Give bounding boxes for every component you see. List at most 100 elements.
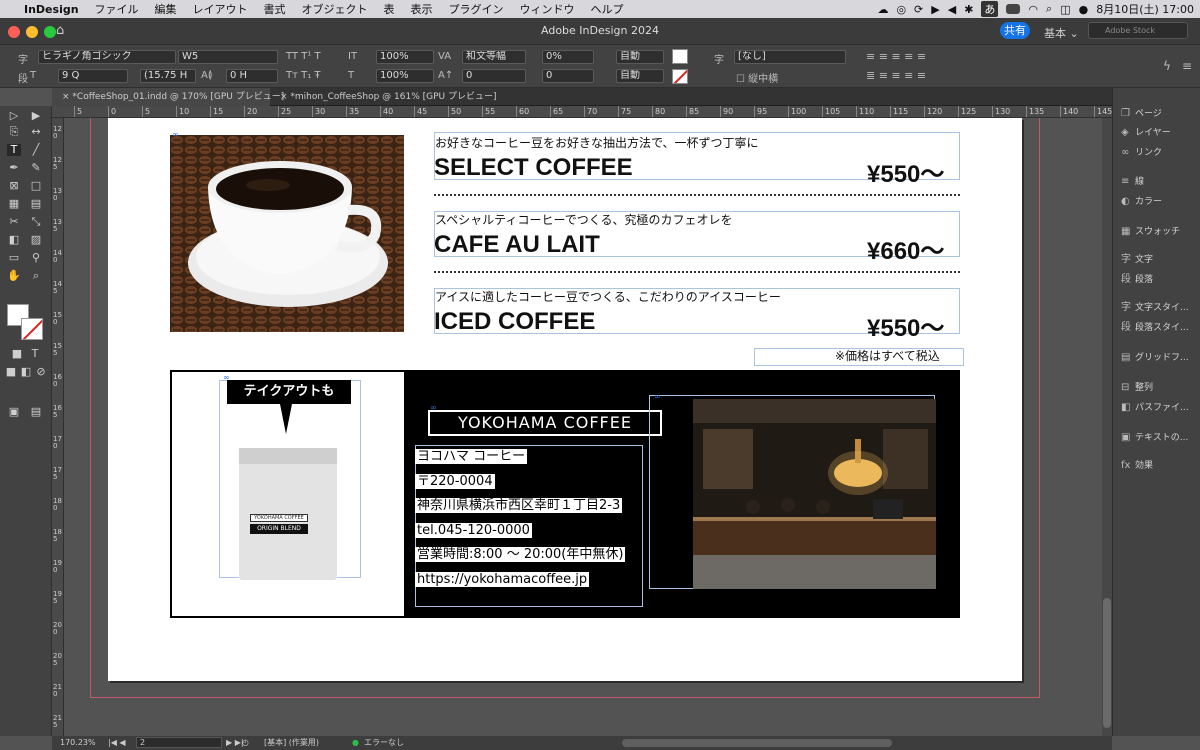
font-size-field[interactable]: 9 Q — [58, 69, 128, 83]
horizontal-scrollbar-thumb[interactable] — [622, 739, 892, 747]
gap-tool-icon[interactable]: ↔ — [29, 126, 43, 138]
formatting-container-icon[interactable]: ■ — [10, 348, 24, 360]
panel-grid-format[interactable]: ▤ グリッドフ... — [1121, 350, 1189, 366]
page-nav-next[interactable]: ▶ ▶| — [226, 736, 244, 750]
panel-layers[interactable]: ◈ レイヤー — [1121, 125, 1171, 141]
menu-window[interactable]: ウィンドウ — [512, 1, 583, 17]
vertical-scrollbar[interactable] — [1102, 118, 1112, 736]
panel-pages[interactable]: ❐ ページ — [1121, 106, 1162, 122]
lightning-icon[interactable]: ϟ — [1163, 59, 1171, 73]
fill-color-swatch[interactable] — [672, 49, 688, 64]
zoom-tool-icon[interactable]: ⌕ — [29, 270, 43, 282]
open-page-icon[interactable]: ◴ — [242, 736, 249, 750]
pencil-tool-icon[interactable]: ✎ — [29, 162, 43, 174]
document-page[interactable]: お好きなコーヒー豆をお好きな抽出方法で、一杯ずつ丁寧に SELECT COFFE… — [108, 118, 1022, 681]
preflight-status[interactable]: エラーなし — [364, 736, 404, 750]
line-tool-icon[interactable]: ╱ — [29, 144, 43, 156]
cafe-interior-image[interactable] — [693, 399, 936, 589]
page-tool-icon[interactable]: ⎘ — [7, 126, 21, 138]
panel-pathfinder[interactable]: ◧ パスファイ... — [1121, 400, 1189, 416]
scissors-tool-icon[interactable]: ✂ — [7, 216, 21, 228]
gradient-feather-tool-icon[interactable]: ▨ — [29, 234, 43, 246]
page-number-field[interactable]: 2 — [136, 737, 222, 748]
baseline-shift-field[interactable]: 0 — [462, 69, 526, 83]
font-family-select[interactable]: ヒラギノ角ゴシック — [38, 50, 176, 64]
stroke-swatch[interactable] — [21, 318, 43, 340]
input-method-indicator[interactable]: あ — [981, 1, 999, 17]
character-mode-icon[interactable]: 字 — [18, 51, 28, 66]
tracking-field[interactable]: 0 H — [226, 69, 278, 83]
link-badge-icon[interactable]: ∞ — [654, 392, 661, 401]
panel-align[interactable]: ⊟ 整列 — [1121, 380, 1153, 396]
all-caps-icon[interactable]: TT T¹ T — [286, 51, 321, 62]
note-tool-icon[interactable]: ▭ — [7, 252, 21, 264]
menu-file[interactable]: ファイル — [87, 1, 147, 17]
panel-paragraph-styles[interactable]: 段段落スタイ... — [1121, 320, 1189, 336]
play-icon[interactable]: ▶ — [931, 3, 939, 16]
menu-plugins[interactable]: プラグイン — [441, 1, 512, 17]
menu-table[interactable]: 表 — [376, 1, 403, 17]
control-center-icon[interactable]: ◫ — [1060, 3, 1070, 16]
panel-character[interactable]: 字文字 — [1121, 252, 1153, 268]
menu-view[interactable]: 表示 — [403, 1, 441, 17]
apply-none-icon[interactable]: ⊘ — [34, 366, 48, 378]
wifi-icon[interactable]: ◠ — [1028, 3, 1038, 16]
panel-color[interactable]: ◐ カラー — [1121, 194, 1162, 210]
tab-mihon[interactable]: × *mihon_CoffeeShop @ 161% [GPU プレビュー] — [270, 88, 496, 106]
character-style-select[interactable]: [なし] — [734, 50, 846, 64]
gradient-tool-icon[interactable]: ◧ — [7, 234, 21, 246]
menu-help[interactable]: ヘルプ — [583, 1, 632, 17]
panel-links[interactable]: ∞ リンク — [1121, 145, 1162, 161]
master-status[interactable]: [基本] (作業用) — [264, 736, 319, 750]
menu-edit[interactable]: 編集 — [147, 1, 185, 17]
horizontal-scale-field[interactable]: 100% — [376, 69, 434, 83]
siri-icon[interactable]: ● — [1079, 3, 1089, 16]
coffee-cup-image[interactable] — [170, 135, 404, 332]
document-canvas[interactable]: お好きなコーヒー豆をお好きな抽出方法で、一杯ずつ丁寧に SELECT COFFE… — [64, 118, 1102, 736]
grid-tool-icon[interactable]: ▤ — [29, 198, 43, 210]
formatting-text-icon[interactable]: T — [28, 348, 42, 360]
zoom-field[interactable]: 170.23% — [60, 736, 96, 750]
direct-selection-tool-icon[interactable]: ▶ — [29, 110, 43, 122]
apply-color-icon[interactable]: ■ — [4, 366, 18, 378]
skew-field[interactable]: 0 — [542, 69, 594, 83]
leading-field[interactable]: (15.75 H — [140, 69, 196, 83]
apply-gradient-icon[interactable]: ◧ — [19, 366, 33, 378]
menu-type[interactable]: 書式 — [256, 1, 294, 17]
tatechuyoko-checkbox[interactable]: ☐ 縦中横 — [736, 70, 778, 85]
screen-mode-icon[interactable]: ▣ — [7, 406, 21, 418]
panel-menu-icon[interactable]: ≡ — [1182, 59, 1192, 73]
vertical-scale-field[interactable]: 100% — [376, 50, 434, 64]
horizontal-ruler[interactable]: 5 0 5 10 15 20 25 30 35 40 45 50 55 60 65 70 75 80 85 90 95 1… — [52, 106, 1146, 118]
adobe-stock-search-input[interactable]: Adobe Stock — [1088, 22, 1188, 39]
vertical-ruler[interactable]: 120 125 130 135 140 145 150 155 160 165 170 175 180 1… — [52, 118, 64, 736]
tsume-field[interactable]: 0% — [542, 50, 594, 64]
align-left-icon[interactable]: ≡ ≡ ≡ ≡ ≡ — [866, 50, 926, 63]
rectangle-frame-tool-icon[interactable]: ⊠ — [7, 180, 21, 192]
creative-cloud-icon[interactable]: ◎ — [896, 3, 906, 16]
spotlight-icon[interactable]: ⌕ — [1046, 2, 1052, 16]
menubar-clock[interactable]: 8月10日(土) 17:00 — [1096, 1, 1194, 17]
justify-icon[interactable]: ≣ ≡ ≡ ≡ ≡ — [866, 69, 926, 82]
aki-before-select[interactable]: 自動 — [616, 50, 664, 64]
panel-swatches[interactable]: ▦ スウォッチ — [1121, 224, 1180, 240]
eyedropper-tool-icon[interactable]: ⚲ — [29, 252, 43, 264]
share-button[interactable]: 共有 — [1000, 22, 1030, 39]
selection-tool-icon[interactable]: ▷ — [7, 110, 21, 122]
tab-coffeeshop[interactable]: × *CoffeeShop_01.indd @ 170% [GPU プレビュー] — [52, 88, 284, 106]
preview-mode-icon[interactable]: ▤ — [29, 406, 43, 418]
bluetooth-icon[interactable]: ✱ — [964, 3, 973, 16]
paragraph-mode-icon[interactable]: 段 — [18, 70, 28, 85]
volume-icon[interactable]: ◀ — [948, 3, 956, 16]
aki-after-select[interactable]: 自動 — [616, 69, 664, 83]
small-caps-icon[interactable]: Tт T₁ Ŧ — [286, 70, 321, 81]
kerning-select[interactable]: 和文等幅 — [462, 50, 526, 64]
page-nav-prev[interactable]: |◀ ◀ — [108, 736, 126, 750]
vertical-scrollbar-thumb[interactable] — [1103, 598, 1111, 728]
panel-character-styles[interactable]: 字文字スタイ... — [1121, 300, 1189, 316]
panel-stroke[interactable]: ≡ 線 — [1121, 174, 1144, 190]
font-style-select[interactable]: W5 — [178, 50, 278, 64]
cloud-icon[interactable]: ☁ — [877, 3, 888, 16]
workspace-switcher[interactable]: 基本 ⌄ — [1044, 25, 1079, 41]
link-badge-icon[interactable]: ∞ — [172, 130, 179, 139]
